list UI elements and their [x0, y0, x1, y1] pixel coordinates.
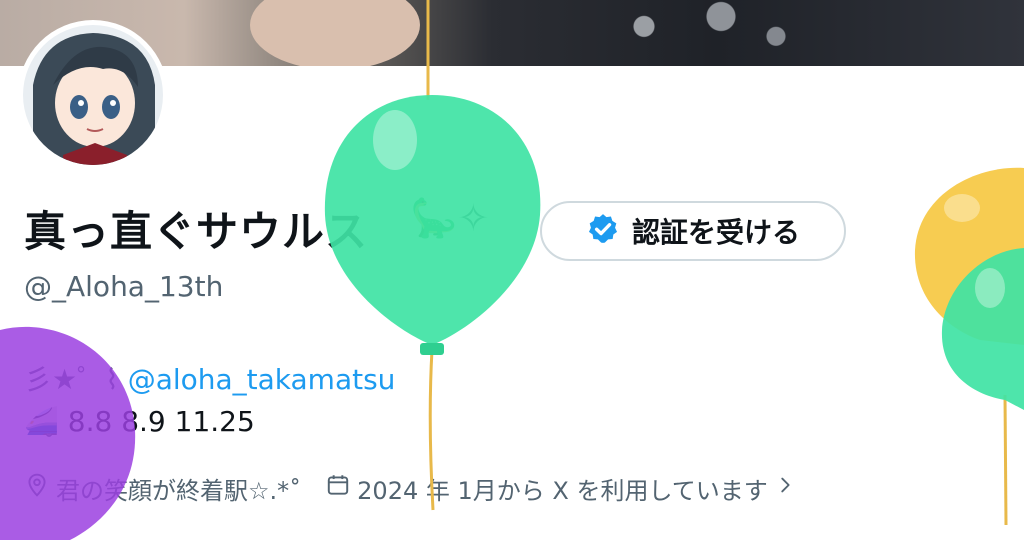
display-name: 真っ直ぐサウルス — [24, 207, 369, 256]
balloon-green-right — [941, 248, 1024, 526]
bio-line-2: 🚄 8.8 8.9 11.25 — [24, 405, 255, 438]
profile-meta-row: 君の笑顔が終着駅☆.*˚ 2024 年 1月から X を利用しています — [24, 470, 796, 506]
chevron-right-icon — [774, 474, 796, 502]
location-item: 君の笑顔が終着駅☆.*˚ — [24, 471, 301, 506]
user-handle: @_Aloha_13th — [24, 270, 224, 303]
verified-badge-icon — [586, 212, 620, 250]
bio-dates: 8.8 8.9 11.25 — [67, 405, 255, 438]
joined-item[interactable]: 2024 年 1月から X を利用しています — [325, 471, 796, 506]
bio-symbols: 彡★゜⌇ — [24, 363, 119, 396]
banner-pattern — [600, 0, 820, 66]
train-icon: 🚄 — [24, 405, 59, 438]
profile-page: 真っ直ぐサウルス 🦕✧ 認証を受ける @_Aloha_13th 彡★゜⌇ @al… — [0, 0, 1024, 540]
calendar-icon — [325, 472, 351, 504]
avatar[interactable] — [18, 20, 168, 170]
location-pin-icon — [24, 472, 50, 504]
dinosaur-sparkle-icon: 🦕✧ — [410, 196, 490, 240]
location-text: 君の笑顔が終着駅☆.*˚ — [56, 476, 302, 505]
get-verified-label: 認証を受ける — [631, 216, 800, 249]
bio-mention-link[interactable]: @aloha_takamatsu — [128, 363, 396, 396]
banner-hand — [250, 0, 420, 66]
bio-line-1: 彡★゜⌇ @aloha_takamatsu — [24, 358, 395, 398]
balloon-yellow-right — [914, 167, 1024, 345]
get-verified-button[interactable]: 認証を受ける — [540, 201, 846, 261]
avatar-image — [23, 25, 163, 165]
joined-text: 2024 年 1月から X を利用しています — [357, 476, 768, 505]
